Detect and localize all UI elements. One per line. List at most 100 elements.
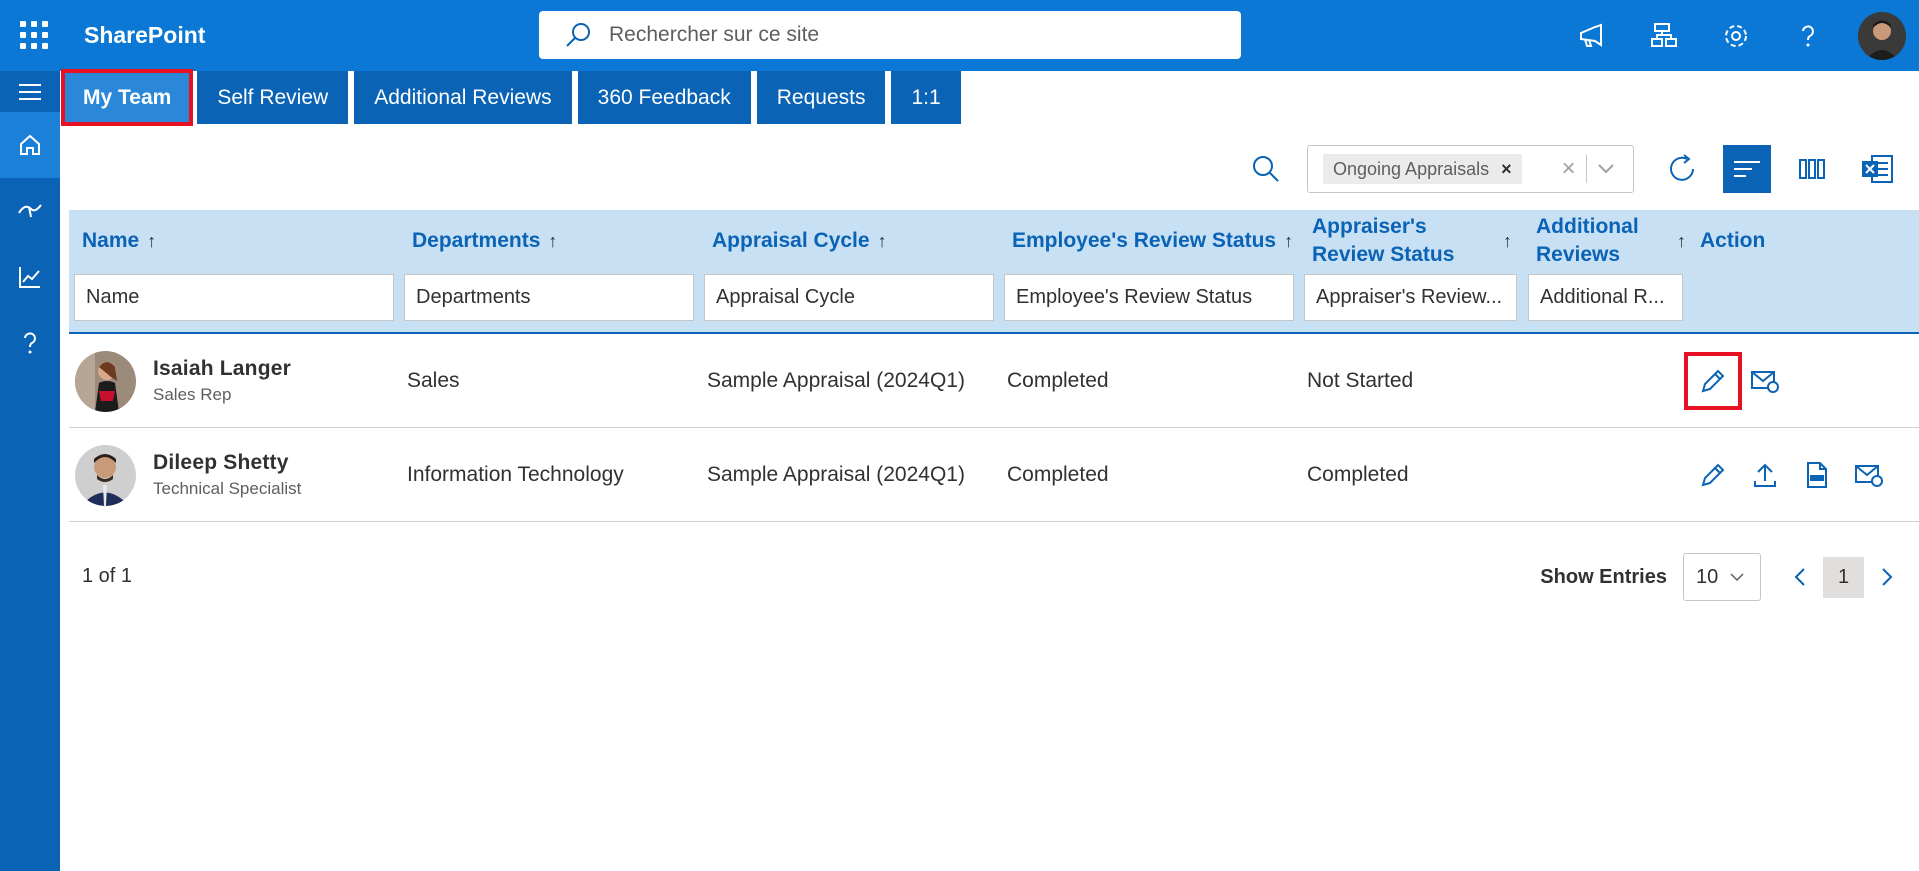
employee-status-cell: Completed xyxy=(1007,463,1109,486)
filter-chip: Ongoing Appraisals × xyxy=(1323,154,1522,184)
tab-requests[interactable]: Requests xyxy=(756,71,886,124)
column-label: Appraiser's xyxy=(1312,215,1427,238)
chart-icon[interactable] xyxy=(0,244,60,310)
chevron-down-icon[interactable] xyxy=(1597,163,1615,175)
column-header-employee-review-status[interactable]: Employee's Review Status ↑ xyxy=(1012,210,1293,272)
brand-title[interactable]: SharePoint xyxy=(84,22,205,49)
send-mail-icon[interactable] xyxy=(1745,361,1785,401)
app-launcher-icon[interactable] xyxy=(20,21,48,49)
column-label: Action xyxy=(1700,229,1766,252)
appraiser-review-status-filter-input[interactable]: Appraiser's Review... xyxy=(1304,274,1517,321)
appraisal-cycle-cell: Sample Appraisal (2024Q1) xyxy=(707,369,965,392)
previous-page-icon[interactable] xyxy=(1785,557,1815,597)
gear-icon[interactable] xyxy=(1714,14,1758,58)
action-cell xyxy=(1684,334,1797,428)
next-page-icon[interactable] xyxy=(1872,557,1902,597)
appraisal-filter-dropdown[interactable]: Ongoing Appraisals × × xyxy=(1307,145,1634,193)
pdf-document-icon[interactable] xyxy=(1797,455,1837,495)
table-row: Isaiah Langer Sales Rep Sales Sample App… xyxy=(69,334,1919,428)
column-label: Departments xyxy=(412,229,541,252)
excel-export-icon[interactable] xyxy=(1853,145,1901,193)
toolbar: Ongoing Appraisals × × xyxy=(1246,144,1919,194)
filter-chip-label: Ongoing Appraisals xyxy=(1333,158,1490,179)
column-view-icon[interactable] xyxy=(1788,145,1836,193)
performance-icon[interactable] xyxy=(0,178,60,244)
appraisal-cycle-filter-input[interactable]: Appraisal Cycle xyxy=(704,274,994,321)
tab-360-feedback[interactable]: 360 Feedback xyxy=(577,71,751,124)
search-placeholder: Rechercher sur ce site xyxy=(609,23,820,46)
list-view-icon[interactable] xyxy=(1723,145,1771,193)
show-entries-label: Show Entries xyxy=(1540,565,1667,588)
pagination: Show Entries 10 1 xyxy=(1540,552,1902,602)
edit-pencil-icon[interactable] xyxy=(1684,352,1742,410)
employee-name[interactable]: Dileep Shetty xyxy=(153,451,301,475)
entries-value: 10 xyxy=(1696,565,1719,588)
employee-review-status-filter-input[interactable]: Employee's Review Status xyxy=(1004,274,1294,321)
column-label: Reviews xyxy=(1536,243,1621,266)
sort-arrow-icon[interactable]: ↑ xyxy=(878,231,887,252)
user-avatar[interactable] xyxy=(1858,12,1906,60)
help-icon[interactable] xyxy=(1786,14,1830,58)
sort-arrow-icon[interactable]: ↑ xyxy=(548,231,557,252)
tab-self-review[interactable]: Self Review xyxy=(197,71,349,124)
chevron-down-icon xyxy=(1730,573,1744,582)
hamburger-menu-icon[interactable] xyxy=(0,71,60,112)
table-footer: 1 of 1 Show Entries 10 1 xyxy=(82,552,1902,602)
search-box[interactable]: Rechercher sur ce site xyxy=(539,11,1241,59)
employee-status-cell: Completed xyxy=(1007,369,1109,392)
name-filter-input[interactable]: Name xyxy=(74,274,394,321)
sort-arrow-icon[interactable]: ↑ xyxy=(147,231,156,252)
left-rail xyxy=(0,71,60,871)
tab-additional-reviews[interactable]: Additional Reviews xyxy=(354,71,572,124)
clear-filter-icon[interactable]: × xyxy=(1562,155,1576,183)
chip-remove-icon[interactable]: × xyxy=(1501,159,1512,180)
home-icon[interactable] xyxy=(0,112,60,178)
send-mail-icon[interactable] xyxy=(1849,455,1889,495)
column-label: Appraisal Cycle xyxy=(712,229,870,252)
entries-per-page-select[interactable]: 10 xyxy=(1683,553,1761,601)
search-icon xyxy=(566,23,590,47)
column-header-appraisal-cycle[interactable]: Appraisal Cycle ↑ xyxy=(712,210,887,272)
employee-avatar xyxy=(75,444,136,506)
column-label: Employee's Review Status xyxy=(1012,229,1277,252)
department-cell: Information Technology xyxy=(407,463,624,486)
appraisal-cycle-cell: Sample Appraisal (2024Q1) xyxy=(707,463,965,486)
appraiser-status-cell: Completed xyxy=(1307,463,1409,486)
refresh-icon[interactable] xyxy=(1658,145,1706,193)
upload-icon[interactable] xyxy=(1745,455,1785,495)
suite-bar: SharePoint Rechercher sur ce site xyxy=(0,0,1919,71)
column-header-appraiser-review-status[interactable]: Appraiser's Review Status ↑ xyxy=(1312,210,1512,272)
sort-arrow-icon[interactable]: ↑ xyxy=(1503,227,1512,255)
table-search-icon[interactable] xyxy=(1246,149,1286,189)
team-table: Name ↑ Departments ↑ Appraisal Cycle ↑ E… xyxy=(69,210,1919,522)
column-label: Review Status xyxy=(1312,243,1455,266)
divider xyxy=(1585,155,1587,183)
employee-role: Technical Specialist xyxy=(153,479,302,498)
column-header-additional-reviews[interactable]: Additional Reviews ↑ xyxy=(1536,210,1686,272)
sort-arrow-icon[interactable]: ↑ xyxy=(1677,227,1686,255)
column-label: Name xyxy=(82,229,140,252)
column-header-action: Action xyxy=(1700,210,1765,272)
employee-cell: Dileep Shetty Technical Specialist xyxy=(75,428,301,522)
departments-filter-input[interactable]: Departments xyxy=(404,274,694,321)
table-row: Dileep Shetty Technical Specialist Infor… xyxy=(69,428,1919,522)
help-rail-icon[interactable] xyxy=(0,310,60,376)
additional-reviews-filter-input[interactable]: Additional R... xyxy=(1528,274,1683,321)
employee-cell: Isaiah Langer Sales Rep xyxy=(75,334,291,428)
megaphone-icon[interactable] xyxy=(1570,14,1614,58)
employee-role: Sales Rep xyxy=(153,385,232,404)
record-count: 1 of 1 xyxy=(82,565,133,587)
tab-one-on-one[interactable]: 1:1 xyxy=(891,71,961,124)
edit-pencil-icon[interactable] xyxy=(1693,455,1733,495)
tab-my-team[interactable]: My Team xyxy=(60,69,194,126)
column-header-name[interactable]: Name ↑ xyxy=(82,210,156,272)
sort-arrow-icon[interactable]: ↑ xyxy=(1284,231,1293,252)
column-header-departments[interactable]: Departments ↑ xyxy=(412,210,557,272)
page-number-button[interactable]: 1 xyxy=(1823,556,1864,598)
employee-avatar xyxy=(75,350,136,412)
employee-name[interactable]: Isaiah Langer xyxy=(153,357,291,381)
tab-bar: My Team Self Review Additional Reviews 3… xyxy=(60,69,967,126)
table-header: Name ↑ Departments ↑ Appraisal Cycle ↑ E… xyxy=(69,210,1919,334)
column-label: Additional xyxy=(1536,215,1639,238)
share-network-icon[interactable] xyxy=(1642,14,1686,58)
